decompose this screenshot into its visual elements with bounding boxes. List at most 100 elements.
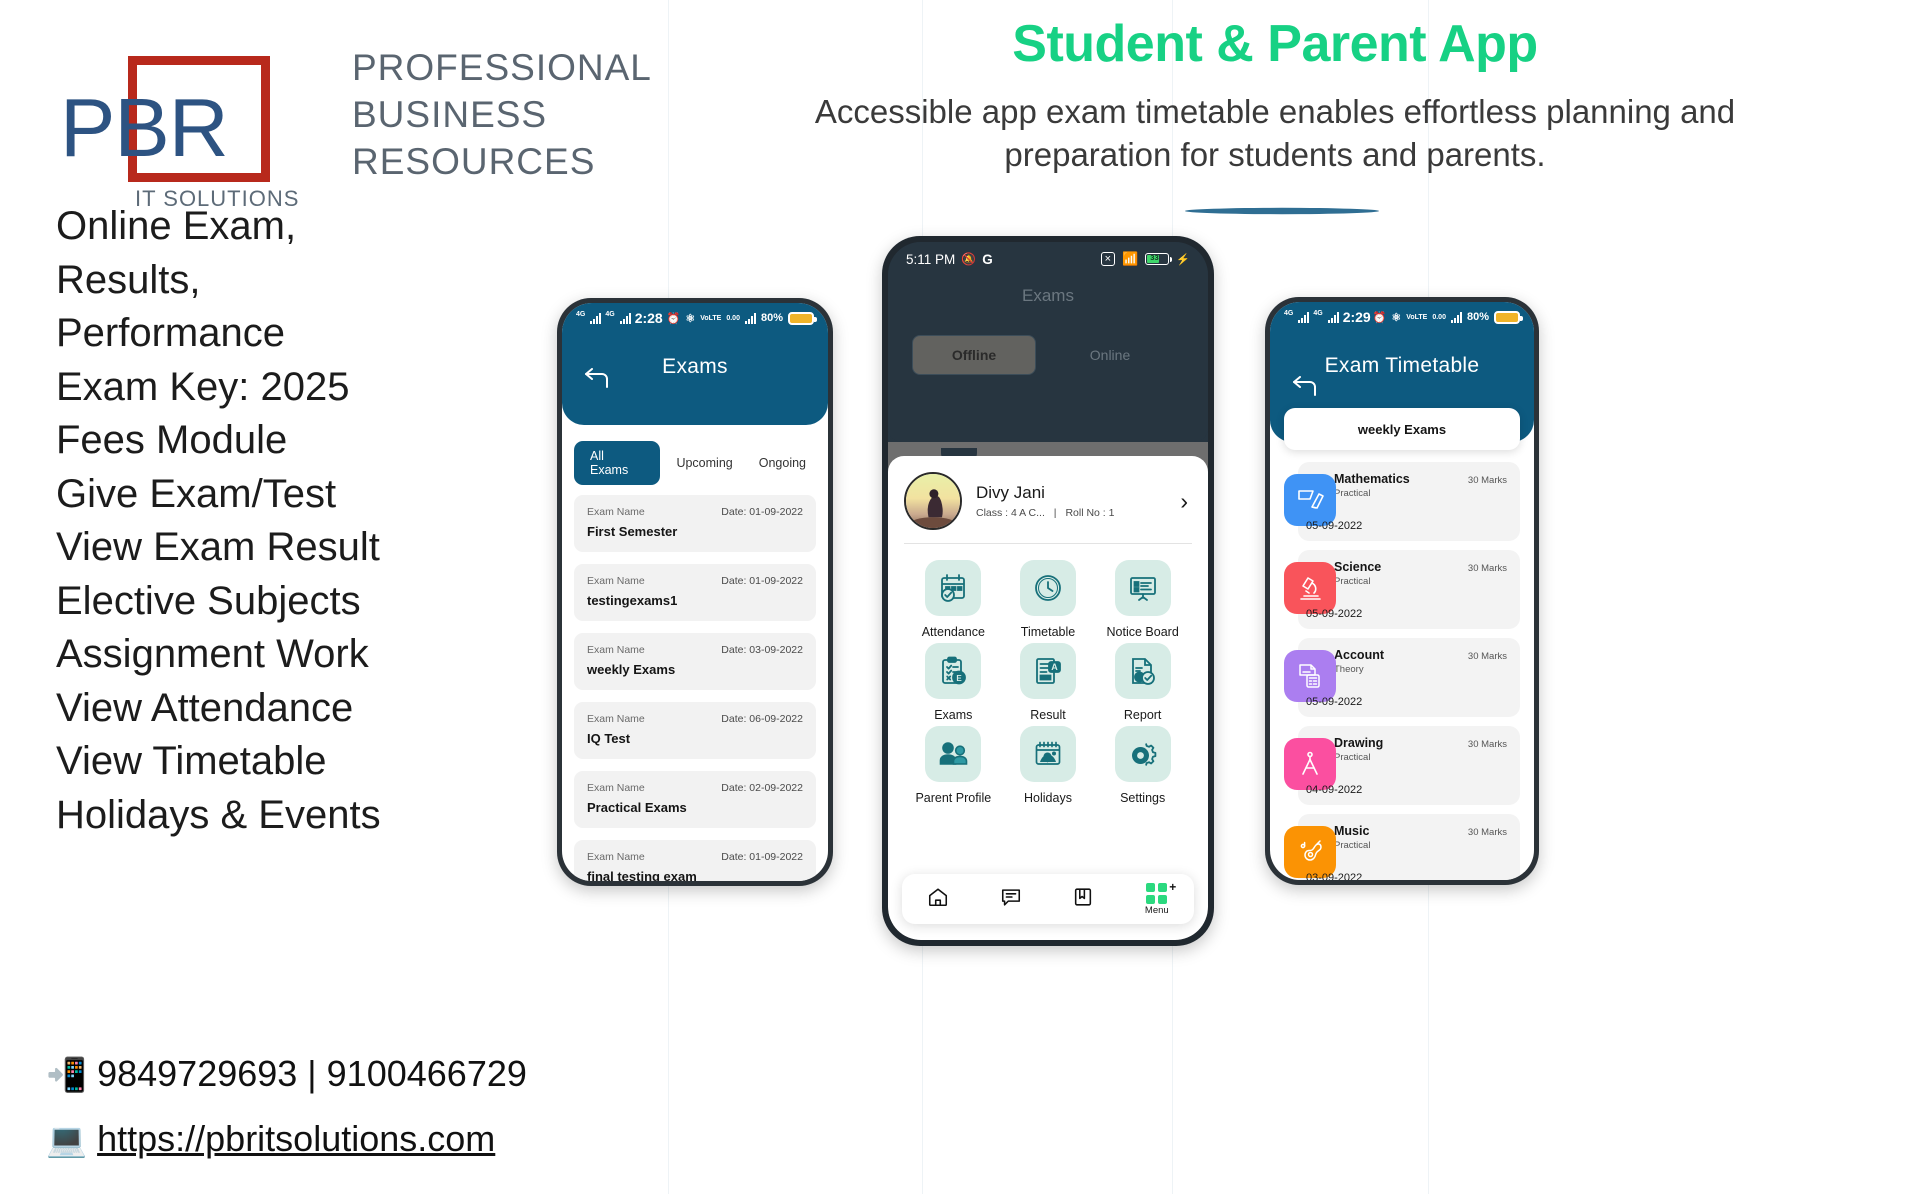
subject-row[interactable]: Account 30 Marks Theory 05-09-2022 <box>1270 638 1534 717</box>
exam-name-value: First Semester <box>587 524 678 539</box>
exam-selector[interactable]: weekly Exams <box>1284 408 1520 450</box>
svg-text:A: A <box>1051 662 1058 672</box>
tab-ongoing[interactable]: Ongoing <box>749 448 816 478</box>
exam-name-label: Exam Name <box>587 644 645 656</box>
status-bar: 4G 4G 2:29 ⏰ ⚛ VoLTE 0.00 80% <box>1270 302 1534 332</box>
tab-upcoming[interactable]: Upcoming <box>666 448 742 478</box>
contact-website[interactable]: 💻 https://pbritsolutions.com <box>46 1118 495 1160</box>
exam-list-item[interactable]: Exam Name Date: 01-09-2022 testingexams1 <box>574 564 816 621</box>
grid-item-holidays[interactable]: Holidays <box>1001 726 1096 805</box>
tab-offline[interactable]: Offline <box>912 335 1036 375</box>
svg-text:E: E <box>957 674 963 683</box>
student-profile-row[interactable]: Divy Jani Class : 4 A C... | Roll No : 1… <box>888 456 1208 530</box>
status-bar-left: 4G 4G 2:29 <box>1284 309 1371 325</box>
subject-type: Practical <box>1334 840 1371 851</box>
exam-list-item[interactable]: Exam Name Date: 02-09-2022 Practical Exa… <box>574 771 816 828</box>
grid-item-report[interactable]: Report <box>1095 643 1190 722</box>
subject-date: 03-09-2022 <box>1306 872 1363 880</box>
status-bar: 4G 4G 2:28 ⏰ ⚛ VoLTE 0.00 80% <box>562 303 828 333</box>
phone-screen: 5:11 PM 🔕 G × 📶 33 ⚡ Exams Offline Onlin… <box>888 242 1208 940</box>
page-subtitle: Accessible app exam timetable enables ef… <box>760 90 1790 176</box>
exam-name-value: weekly Exams <box>587 662 676 677</box>
grid-item-timetable[interactable]: Timetable <box>1001 560 1096 639</box>
data-speed-icon: 0.00 <box>1432 313 1446 321</box>
exam-date: Date: 03-09-2022 <box>721 644 803 656</box>
parents-icon <box>925 726 982 782</box>
grid-item-settings[interactable]: Settings <box>1095 726 1190 805</box>
exam-mode-tabs: Offline Online <box>888 335 1208 375</box>
back-arrow-icon[interactable] <box>1292 376 1318 398</box>
overlay-title: Exams <box>1022 286 1074 305</box>
tab-online[interactable]: Online <box>1036 347 1184 363</box>
book-icon <box>1072 886 1094 913</box>
subject-type: Theory <box>1334 664 1364 675</box>
grid-item-result[interactable]: A Result <box>1001 643 1096 722</box>
nav-item-chat[interactable] <box>1000 886 1022 913</box>
tab-all-exams[interactable]: All Exams <box>574 441 661 485</box>
nav-item-book[interactable] <box>1072 886 1094 913</box>
subject-row[interactable]: Science 30 Marks Practical 05-09-2022 <box>1270 550 1534 629</box>
subject-type: Practical <box>1334 488 1371 499</box>
report-chart-icon <box>1114 643 1171 699</box>
signal-icon-2 <box>619 312 631 324</box>
exam-name-value: testingexams1 <box>587 593 678 608</box>
compass-icon <box>1284 738 1336 790</box>
exams-overlay: 5:11 PM 🔕 G × 📶 33 ⚡ Exams Offline Onlin… <box>888 242 1208 442</box>
nav-item-menu[interactable]: + Menu <box>1145 880 1176 916</box>
signal-icon-3 <box>744 312 756 324</box>
subject-row[interactable]: Drawing 30 Marks Practical 04-09-2022 <box>1270 726 1534 805</box>
back-arrow-icon[interactable] <box>584 368 610 390</box>
signal-icon-1 <box>590 312 602 324</box>
phone-screen: 4G 4G 2:29 ⏰ ⚛ VoLTE 0.00 80% Exam Timet… <box>1270 302 1534 880</box>
subject-row[interactable]: Mathematics 30 Marks Practical 05-09-202… <box>1270 462 1534 541</box>
website-link[interactable]: https://pbritsolutions.com <box>97 1118 495 1160</box>
feature-item: Online Exam, <box>56 204 297 248</box>
subject-date: 05-09-2022 <box>1306 696 1363 708</box>
dashboard-grid: Attendance Timetable Notice Board E Exam… <box>888 544 1208 874</box>
notice-board-icon <box>1114 560 1171 616</box>
subject-type: Practical <box>1334 752 1371 763</box>
microscope-icon <box>1284 562 1336 614</box>
student-info: Divy Jani Class : 4 A C... | Roll No : 1 <box>976 483 1180 519</box>
subject-marks: 30 Marks <box>1467 475 1507 486</box>
grid-item-attendance[interactable]: Attendance <box>906 560 1001 639</box>
nav-item-home[interactable] <box>927 886 949 913</box>
student-meta: Class : 4 A C... | Roll No : 1 <box>976 507 1180 519</box>
status-time: 2:28 <box>634 310 663 326</box>
grid-label: Report <box>1123 708 1162 722</box>
phone-screen: 4G 4G 2:28 ⏰ ⚛ VoLTE 0.00 80% Exams All … <box>562 303 828 881</box>
exam-list-item[interactable]: Exam Name Date: 03-09-2022 weekly Exams <box>574 633 816 690</box>
exam-date: Date: 01-09-2022 <box>721 575 803 587</box>
status-bar-right: × 📶 33 ⚡ <box>1100 251 1190 267</box>
exam-name-label: Exam Name <box>587 851 645 863</box>
bottom-navigation: + Menu <box>902 874 1194 924</box>
pbr-logo: PBR IT SOLUTIONS PROFESSIONAL BUSINESS R… <box>60 38 651 213</box>
network-label-1: 4G <box>1284 309 1294 317</box>
phone-frame: 5:11 PM 🔕 G × 📶 33 ⚡ Exams Offline Onlin… <box>882 236 1214 946</box>
avatar <box>904 472 962 530</box>
logo-letters: PBR <box>60 81 229 174</box>
poster-header: Student & Parent App Accessible app exam… <box>760 14 1790 176</box>
chevron-right-icon[interactable]: › <box>1180 488 1188 515</box>
subject-marks: 30 Marks <box>1467 827 1507 838</box>
subject-name: Drawing <box>1334 736 1384 750</box>
alarm-icon: ⏰ <box>666 312 681 325</box>
data-saver-icon: ⚛ <box>1391 311 1402 324</box>
meta-separator: | <box>1053 507 1057 519</box>
exam-date: Date: 01-09-2022 <box>721 851 803 863</box>
battery-icon: 33 <box>1145 253 1173 265</box>
exam-list-item[interactable]: Exam Name Date: 01-09-2022 final testing… <box>574 840 816 881</box>
battery-percent: 80% <box>760 312 783 324</box>
grid-label: Notice Board <box>1106 625 1179 639</box>
data-speed-icon: 0.00 <box>726 314 740 322</box>
grid-item-exams[interactable]: E Exams <box>906 643 1001 722</box>
charging-icon: ⚡ <box>1176 253 1190 266</box>
grid-item-notice-board[interactable]: Notice Board <box>1095 560 1190 639</box>
battery-icon <box>788 311 817 325</box>
status-bar-right: ⏰ ⚛ VoLTE 0.00 80% <box>666 311 817 325</box>
exam-list-item[interactable]: Exam Name Date: 06-09-2022 IQ Test <box>574 702 816 759</box>
exam-list-item[interactable]: Exam Name Date: 01-09-2022 First Semeste… <box>574 495 816 552</box>
geometry-icon <box>1284 474 1336 526</box>
subject-row[interactable]: Music 30 Marks Practical 03-09-2022 <box>1270 814 1534 880</box>
grid-item-parent-profile[interactable]: Parent Profile <box>906 726 1001 805</box>
